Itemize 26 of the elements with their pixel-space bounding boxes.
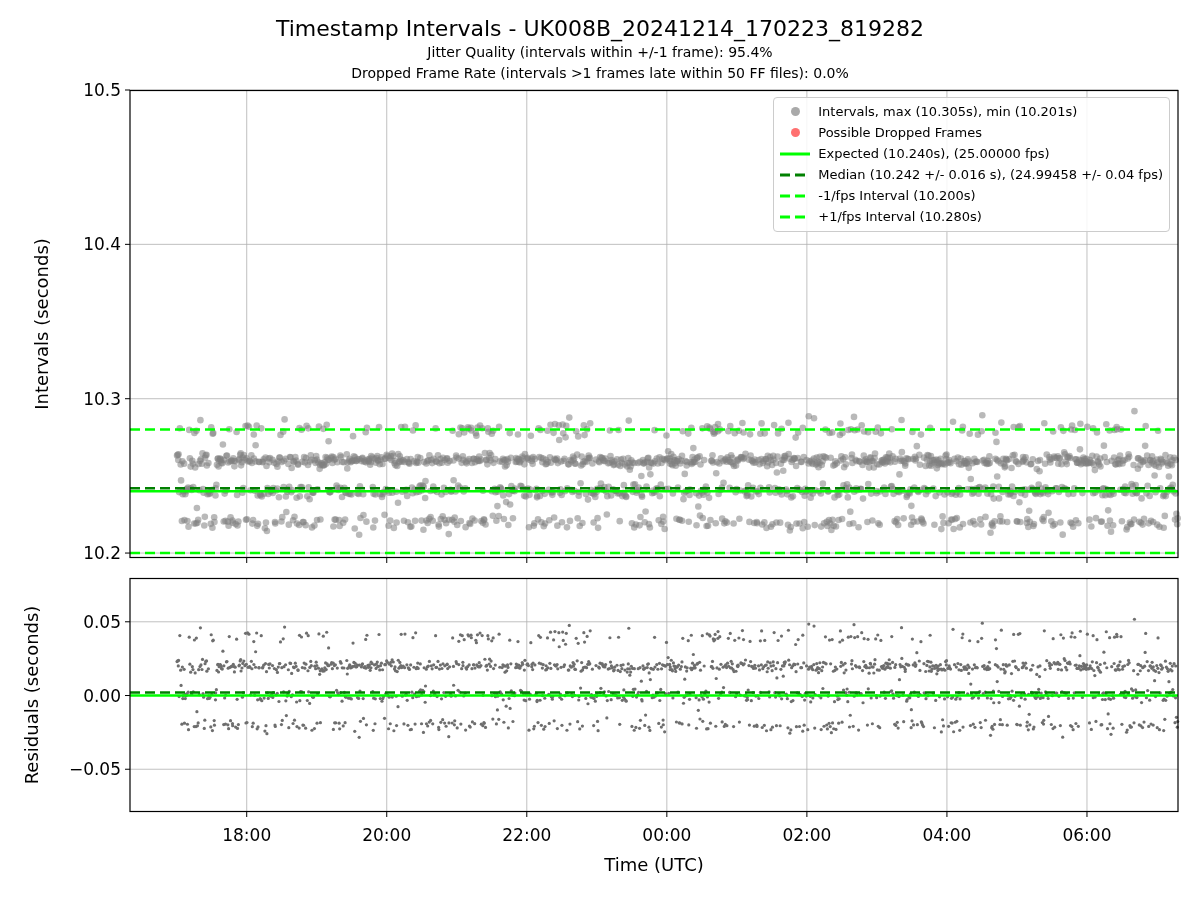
y-tick-label: 10.4 xyxy=(83,234,121,255)
x-tick-label: 00:00 xyxy=(642,825,692,845)
legend-label: Intervals, max (10.305s), min (10.201s) xyxy=(818,104,1078,119)
x-tick-label: 02:00 xyxy=(782,825,832,845)
legend-label: -1/fps Interval (10.200s) xyxy=(818,188,976,203)
legend-label: Median (10.242 +/- 0.016 s), (24.99458 +/- 0.04 fps) xyxy=(818,167,1163,182)
x-tick-label: 22:00 xyxy=(502,825,552,845)
y-tick-label: −0.05 xyxy=(68,759,121,780)
y-tick-label: 10.5 xyxy=(83,80,121,100)
y-axis-label: Residuals (seconds) xyxy=(21,605,42,785)
legend-label: Expected (10.240s), (25.00000 fps) xyxy=(818,146,1050,161)
legend-label: +1/fps Interval (10.280s) xyxy=(818,209,982,224)
figure-subtitle: Dropped Frame Rate (intervals >1 frames late within 50 FF files): 0.0% xyxy=(351,64,849,83)
y-tick-label: 0.00 xyxy=(83,685,121,706)
x-tick-label: 20:00 xyxy=(362,825,412,845)
x-axis-label: Time (UTC) xyxy=(604,854,704,875)
x-tick-label: 18:00 xyxy=(222,825,272,845)
y-tick-label: 10.2 xyxy=(83,543,121,564)
x-tick-label: 04:00 xyxy=(922,825,972,845)
y-tick-label: 0.05 xyxy=(83,611,121,632)
legend-label: Possible Dropped Frames xyxy=(818,125,982,140)
figure-subtitle: Jitter Quality (intervals within +/-1 frame): 95.4% xyxy=(427,43,773,62)
x-tick-label: 06:00 xyxy=(1062,825,1112,845)
figure-title: Timestamp Intervals - UK008B_20241214_170223_819282 xyxy=(276,16,924,42)
y-axis-label: Intervals (seconds) xyxy=(31,238,52,410)
y-tick-label: 10.3 xyxy=(83,388,121,409)
